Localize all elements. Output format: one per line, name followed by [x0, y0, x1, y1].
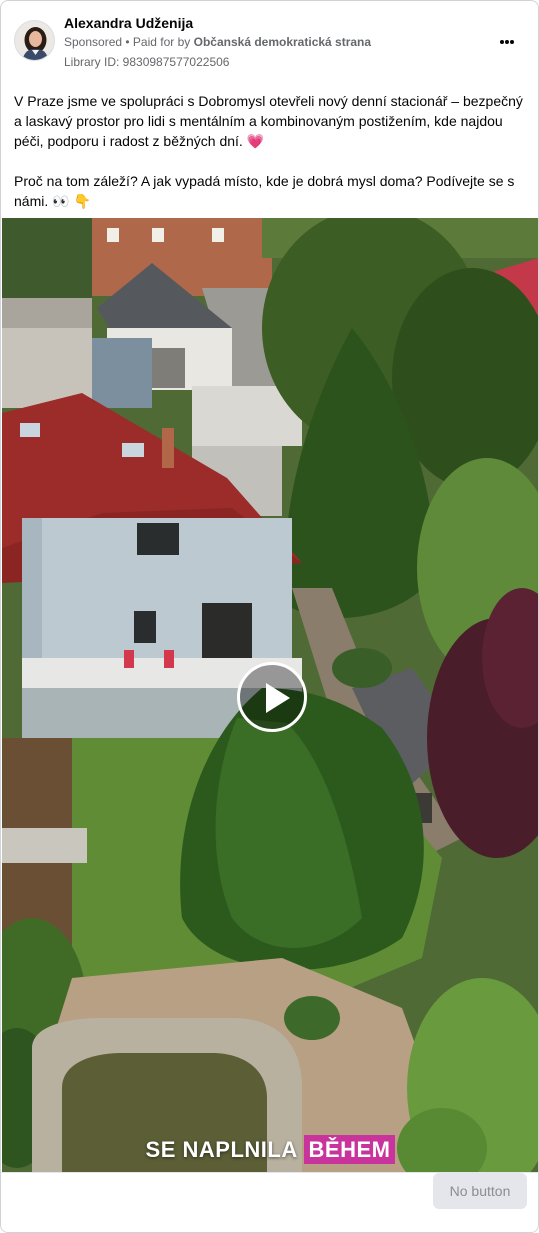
post-paragraph-1: V Praze jsme ve spolupráci s Dobromysl o…: [14, 93, 523, 149]
caption-highlight: BĚHEM: [303, 1135, 396, 1164]
library-id: Library ID: 9830987577022506: [64, 55, 230, 69]
play-icon[interactable]: [237, 662, 307, 732]
paid-by-link[interactable]: Občanská demokratická strana: [194, 35, 371, 49]
video-media[interactable]: SE NAPLNILA BĚHEM: [2, 218, 538, 1172]
post-paragraph-2: Proč na tom záleží? A jak vypadá místo, …: [14, 173, 515, 209]
more-horizontal-icon[interactable]: [495, 31, 519, 53]
post-header: Alexandra Udženija Sponsored • Paid for …: [1, 1, 538, 79]
paid-prefix: • Paid for by: [125, 35, 191, 49]
ad-card: Alexandra Udženija Sponsored • Paid for …: [0, 0, 539, 1233]
avatar[interactable]: [14, 20, 55, 61]
no-button: No button: [433, 1173, 527, 1209]
sponsored-line: Sponsored • Paid for by Občanská demokra…: [64, 35, 371, 49]
caption-plain: SE NAPLNILA: [145, 1137, 297, 1162]
video-caption: SE NAPLNILA BĚHEM: [2, 1135, 538, 1164]
author-name[interactable]: Alexandra Udženija: [64, 15, 193, 31]
sponsored-label: Sponsored: [64, 35, 123, 49]
post-body: V Praze jsme ve spolupráci s Dobromysl o…: [14, 91, 526, 231]
